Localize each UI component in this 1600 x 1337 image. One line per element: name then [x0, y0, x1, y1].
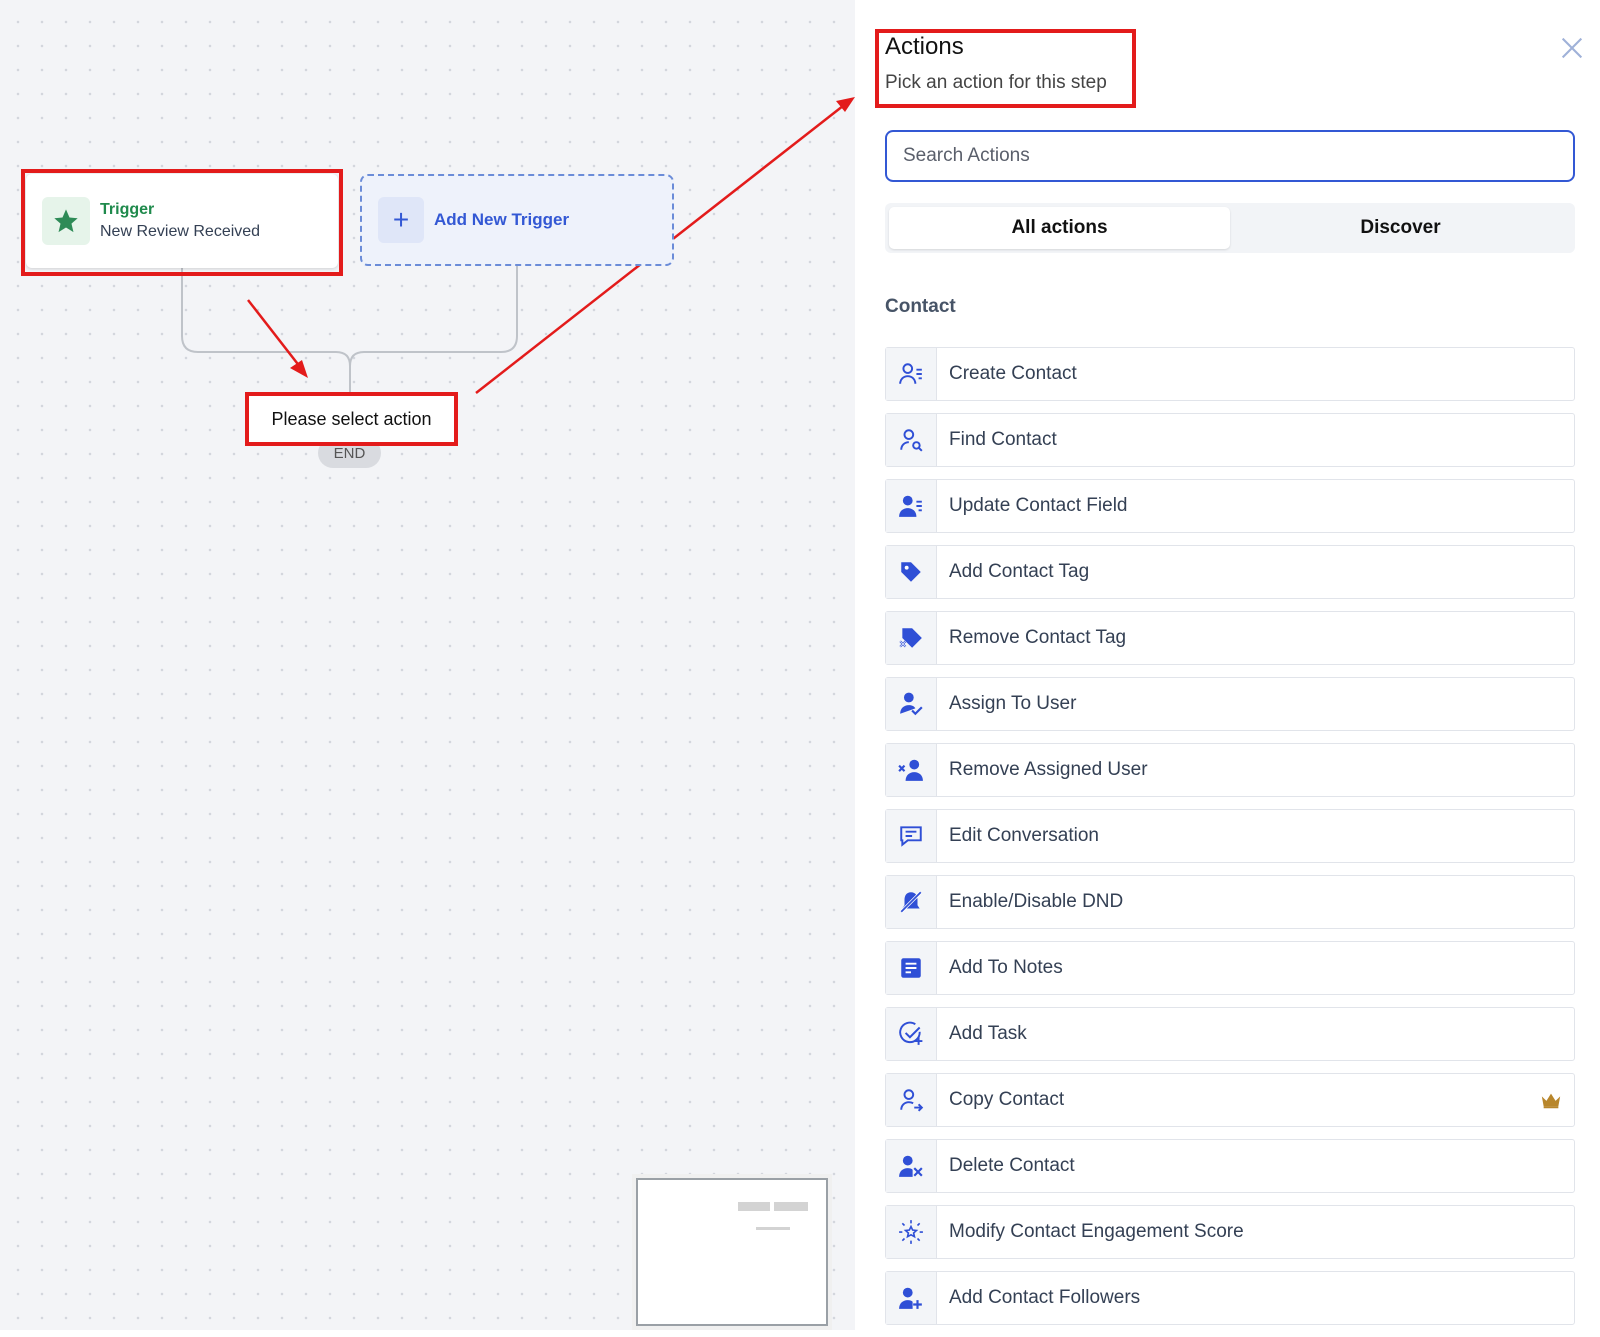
action-label: Remove Contact Tag [949, 627, 1127, 648]
tab-all-actions[interactable]: All actions [889, 207, 1230, 249]
task-add-icon [886, 1008, 937, 1060]
action-label: Update Contact Field [949, 495, 1128, 516]
action-find-contact[interactable]: Find Contact [885, 413, 1575, 467]
action-create-contact[interactable]: Create Contact [885, 347, 1575, 401]
add-new-trigger-button[interactable]: + Add New Trigger [360, 174, 674, 266]
minimap-block [756, 1227, 790, 1230]
action-list: Create Contact Find Contact Update Conta… [885, 347, 1575, 1337]
tab-discover[interactable]: Discover [1230, 207, 1571, 249]
user-remove-icon [886, 744, 937, 796]
user-search-icon [886, 414, 937, 466]
annotation-arrowhead-panel [836, 97, 855, 112]
action-remove-assigned-user[interactable]: Remove Assigned User [885, 743, 1575, 797]
action-label: Remove Assigned User [949, 759, 1148, 780]
minimap[interactable] [636, 1178, 828, 1326]
action-label: Add Contact Followers [949, 1287, 1141, 1308]
minimap-block [774, 1202, 808, 1211]
action-label: Modify Contact Engagement Score [949, 1221, 1244, 1242]
section-title-contact: Contact [885, 296, 956, 317]
action-tabs: All actions Discover [885, 203, 1575, 253]
tag-remove-icon [886, 612, 937, 664]
action-delete-contact[interactable]: Delete Contact [885, 1139, 1575, 1193]
panel-title: Actions [885, 33, 964, 60]
action-modify-engagement-score[interactable]: Modify Contact Engagement Score [885, 1205, 1575, 1259]
action-edit-conversation[interactable]: Edit Conversation [885, 809, 1575, 863]
action-label: Copy Contact [949, 1089, 1065, 1110]
panel-subtitle: Pick an action for this step [885, 72, 1107, 93]
action-label: Enable/Disable DND [949, 891, 1124, 912]
annotation-box-trigger [21, 169, 343, 276]
action-update-contact-field[interactable]: Update Contact Field [885, 479, 1575, 533]
minimap-block [738, 1202, 770, 1211]
actions-panel: Actions Pick an action for this step All… [855, 0, 1600, 1330]
plus-icon: + [378, 197, 424, 243]
annotation-arrow-to-action [247, 299, 305, 373]
chat-icon [886, 810, 937, 862]
action-enable-disable-dnd[interactable]: Enable/Disable DND [885, 875, 1575, 929]
crown-icon [1541, 1093, 1561, 1109]
action-remove-contact-tag[interactable]: Remove Contact Tag [885, 611, 1575, 665]
user-list-icon [886, 348, 937, 400]
action-label: Add Task [949, 1023, 1027, 1044]
action-label: Assign To User [949, 693, 1077, 714]
action-label: Delete Contact [949, 1155, 1075, 1176]
note-icon [886, 942, 937, 994]
tag-icon [886, 546, 937, 598]
action-add-contact-followers[interactable]: Add Contact Followers [885, 1271, 1575, 1325]
action-copy-contact[interactable]: Copy Contact [885, 1073, 1575, 1127]
action-label: Create Contact [949, 363, 1077, 384]
workflow-canvas[interactable]: Trigger New Review Received + Add New Tr… [0, 0, 855, 1330]
action-add-task[interactable]: Add Task [885, 1007, 1575, 1061]
action-label: Add Contact Tag [949, 561, 1090, 582]
annotation-arrowhead [290, 360, 308, 378]
user-arrow-icon [886, 1074, 937, 1126]
action-add-to-notes[interactable]: Add To Notes [885, 941, 1575, 995]
action-add-contact-tag[interactable]: Add Contact Tag [885, 545, 1575, 599]
add-trigger-label: Add New Trigger [434, 210, 570, 229]
close-icon[interactable] [1558, 34, 1586, 62]
action-label: Add To Notes [949, 957, 1063, 978]
sparkle-star-icon [886, 1206, 937, 1258]
select-action-node[interactable]: Please select action [245, 392, 458, 446]
bell-off-icon [886, 876, 937, 928]
search-actions-input[interactable] [885, 130, 1575, 182]
user-edit-icon [886, 480, 937, 532]
user-plus-icon [886, 1272, 937, 1324]
action-assign-to-user[interactable]: Assign To User [885, 677, 1575, 731]
action-label: Edit Conversation [949, 825, 1099, 846]
action-label: Find Contact [949, 429, 1057, 450]
user-check-icon [886, 678, 937, 730]
user-delete-icon [886, 1140, 937, 1192]
